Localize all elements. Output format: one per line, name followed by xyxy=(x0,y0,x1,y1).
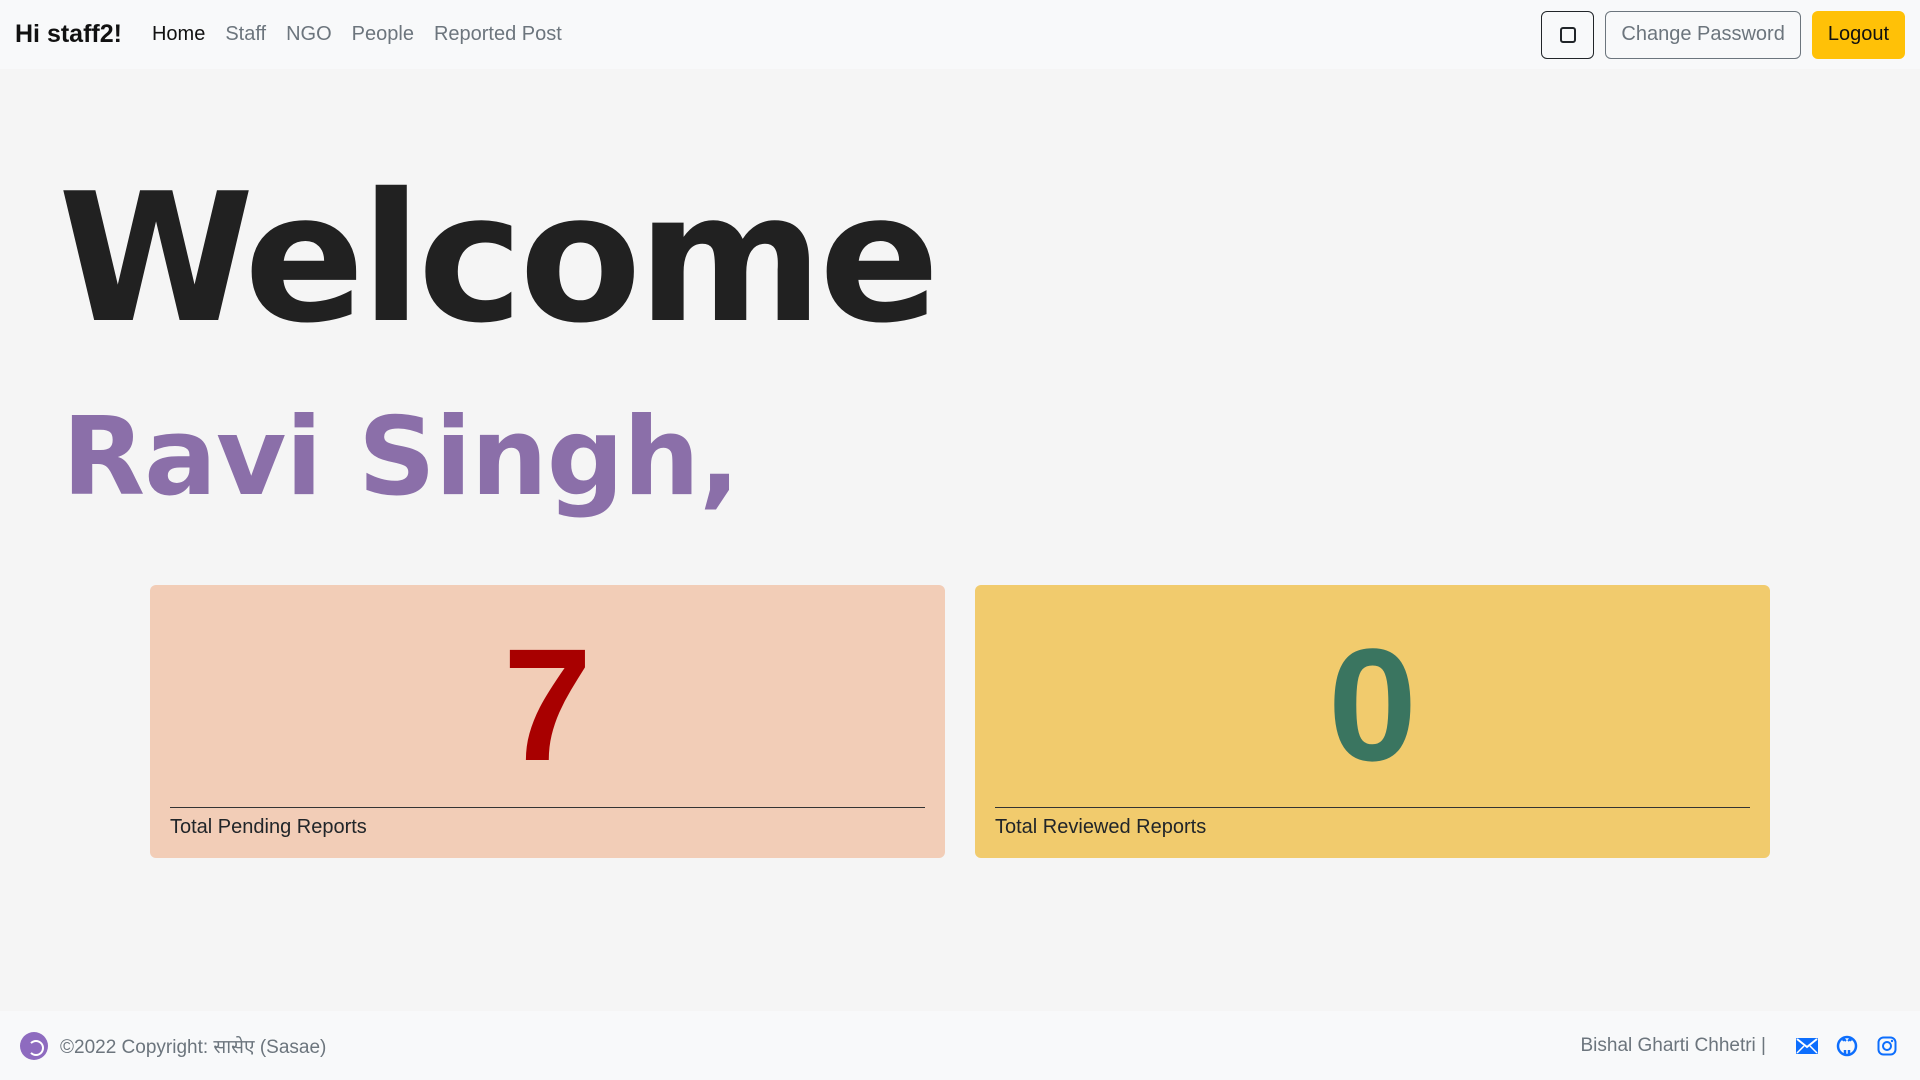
pending-reports-label: Total Pending Reports xyxy=(170,816,367,838)
user-name-heading: Ravi Singh, xyxy=(62,395,740,520)
welcome-heading: Welcome xyxy=(58,155,940,362)
author-name: Bishal Gharti Chhetri | xyxy=(1580,1034,1766,1056)
nav-link-staff[interactable]: Staff xyxy=(225,23,266,46)
reviewed-reports-label: Total Reviewed Reports xyxy=(995,816,1207,838)
navbar-brand[interactable]: Hi staff2! xyxy=(15,20,122,49)
instagram-icon[interactable] xyxy=(1874,1033,1900,1059)
square-icon xyxy=(1559,26,1576,43)
card-divider xyxy=(170,807,925,808)
pending-reports-card: 7 Total Pending Reports xyxy=(150,585,945,858)
nav-link-people[interactable]: People xyxy=(352,23,414,46)
nav-link-home[interactable]: Home xyxy=(152,23,205,46)
pending-reports-count: 7 xyxy=(503,615,592,794)
footer-links: Bishal Gharti Chhetri | xyxy=(1580,1033,1900,1059)
nav-actions: Change Password Logout xyxy=(1541,10,1905,59)
copyright-text: ©2022 Copyright: सासेए (Sasae) xyxy=(60,1036,327,1058)
nav-link-ngo[interactable]: NGO xyxy=(286,23,332,46)
sasae-logo-icon xyxy=(20,1031,48,1060)
reviewed-reports-card: 0 Total Reviewed Reports xyxy=(975,585,1770,858)
mail-icon[interactable] xyxy=(1794,1033,1820,1059)
change-password-button[interactable]: Change Password xyxy=(1605,10,1801,59)
nav-links: Home Staff NGO People Reported Post xyxy=(152,23,582,46)
nav-link-reported-post[interactable]: Reported Post xyxy=(434,23,562,46)
github-icon[interactable] xyxy=(1834,1033,1860,1059)
logout-button[interactable]: Logout xyxy=(1811,10,1905,59)
reviewed-reports-count: 0 xyxy=(1328,615,1417,794)
footer: ©2022 Copyright: सासेए (Sasae) Bishal Gh… xyxy=(0,1011,1920,1080)
theme-toggle-button[interactable] xyxy=(1541,10,1595,59)
card-divider xyxy=(995,807,1750,808)
navbar: Hi staff2! Home Staff NGO People Reporte… xyxy=(0,0,1920,69)
